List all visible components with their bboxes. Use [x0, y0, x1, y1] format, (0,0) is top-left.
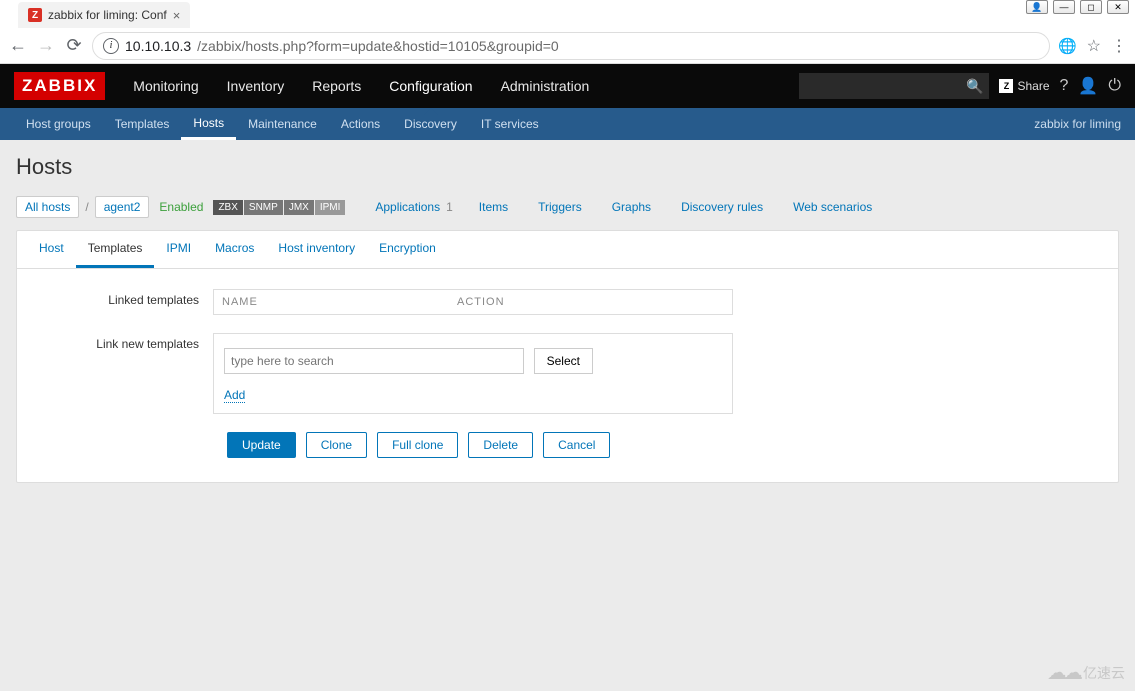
host-status: Enabled	[155, 200, 207, 214]
main-nav-administration[interactable]: Administration	[487, 64, 604, 108]
template-search-input[interactable]	[224, 348, 524, 374]
address-bar[interactable]: i 10.10.10.3/zabbix/hosts.php?form=updat…	[92, 32, 1050, 60]
hostnav-web-scenarios[interactable]: Web scenarios	[789, 200, 876, 214]
col-action: ACTION	[457, 296, 724, 308]
form-tab-templates[interactable]: Templates	[76, 231, 155, 268]
win-minimize-icon[interactable]: —	[1053, 0, 1075, 14]
clone-button[interactable]: Clone	[306, 432, 367, 458]
chrome-menu-icon[interactable]: ⋮	[1111, 36, 1127, 56]
add-link[interactable]: Add	[224, 388, 245, 403]
server-name: zabbix for liming	[1034, 117, 1121, 131]
nav-forward-icon[interactable]: →	[36, 35, 56, 56]
url-host: 10.10.10.3	[125, 38, 191, 54]
label-linked-templates: Linked templates	[27, 289, 213, 307]
tab-favicon: Z	[28, 8, 42, 22]
win-close-icon[interactable]: ✕	[1107, 0, 1129, 14]
breadcrumb-all-hosts[interactable]: All hosts	[16, 196, 79, 218]
logout-icon[interactable]: ⏻	[1108, 77, 1121, 95]
breadcrumb-host[interactable]: agent2	[95, 196, 150, 218]
form-tab-encryption[interactable]: Encryption	[367, 231, 448, 268]
form-tab-macros[interactable]: Macros	[203, 231, 266, 268]
user-icon[interactable]: 👤	[1078, 76, 1098, 96]
sub-nav-it-services[interactable]: IT services	[469, 108, 551, 140]
badge-snmp: SNMP	[244, 200, 283, 215]
page-title: Hosts	[2, 150, 1133, 190]
main-nav-inventory[interactable]: Inventory	[213, 64, 299, 108]
hostnav-applications[interactable]: Applications	[371, 200, 444, 214]
sub-nav-actions[interactable]: Actions	[329, 108, 392, 140]
hostnav-items[interactable]: Items	[475, 200, 512, 214]
sub-nav-host-groups[interactable]: Host groups	[14, 108, 103, 140]
share-badge: Z	[999, 79, 1013, 93]
badge-ipmi: IPMI	[315, 200, 346, 215]
tab-close-icon[interactable]: ×	[173, 8, 181, 23]
url-path: /zabbix/hosts.php?form=update&hostid=101…	[197, 38, 559, 54]
delete-button[interactable]: Delete	[468, 432, 533, 458]
global-search-input[interactable]	[799, 73, 989, 99]
win-user-icon[interactable]: 👤	[1026, 0, 1048, 14]
main-nav-monitoring[interactable]: Monitoring	[119, 64, 212, 108]
badge-jmx: JMX	[284, 200, 314, 215]
hostnav-triggers[interactable]: Triggers	[534, 200, 586, 214]
badge-zbx: ZBX	[213, 200, 242, 215]
linked-templates-table: NAME ACTION	[213, 289, 733, 315]
sub-nav-hosts[interactable]: Hosts	[181, 108, 236, 140]
nav-back-icon[interactable]: ←	[8, 35, 28, 56]
cancel-button[interactable]: Cancel	[543, 432, 610, 458]
form-tab-ipmi[interactable]: IPMI	[154, 231, 203, 268]
new-tab-button[interactable]	[195, 8, 224, 28]
sub-nav-maintenance[interactable]: Maintenance	[236, 108, 329, 140]
hostnav-discovery-rules[interactable]: Discovery rules	[677, 200, 767, 214]
help-icon[interactable]: ?	[1060, 77, 1069, 95]
col-name: NAME	[222, 296, 457, 308]
hostnav-graphs[interactable]: Graphs	[608, 200, 655, 214]
logo[interactable]: ZABBIX	[14, 72, 105, 100]
translate-icon[interactable]: 🌐	[1058, 37, 1077, 55]
select-button[interactable]: Select	[534, 348, 593, 374]
bookmark-star-icon[interactable]: ☆	[1087, 36, 1101, 56]
main-nav-reports[interactable]: Reports	[298, 64, 375, 108]
full-clone-button[interactable]: Full clone	[377, 432, 458, 458]
update-button[interactable]: Update	[227, 432, 296, 458]
win-maximize-icon[interactable]: ◻	[1080, 0, 1102, 14]
browser-tab[interactable]: Z zabbix for liming: Conf ×	[18, 2, 190, 28]
site-info-icon[interactable]: i	[103, 38, 119, 54]
watermark: ☁☁亿速云	[1047, 660, 1125, 685]
share-button[interactable]: Z Share	[999, 79, 1049, 93]
tab-title: zabbix for liming: Conf	[48, 8, 167, 22]
main-nav-configuration[interactable]: Configuration	[375, 64, 486, 108]
sub-nav-templates[interactable]: Templates	[103, 108, 182, 140]
label-link-new: Link new templates	[27, 333, 213, 351]
nav-reload-icon[interactable]: ⟳	[64, 35, 84, 56]
search-icon[interactable]: 🔍	[966, 78, 983, 95]
form-tab-host[interactable]: Host	[27, 231, 76, 268]
form-tab-host-inventory[interactable]: Host inventory	[266, 231, 367, 268]
